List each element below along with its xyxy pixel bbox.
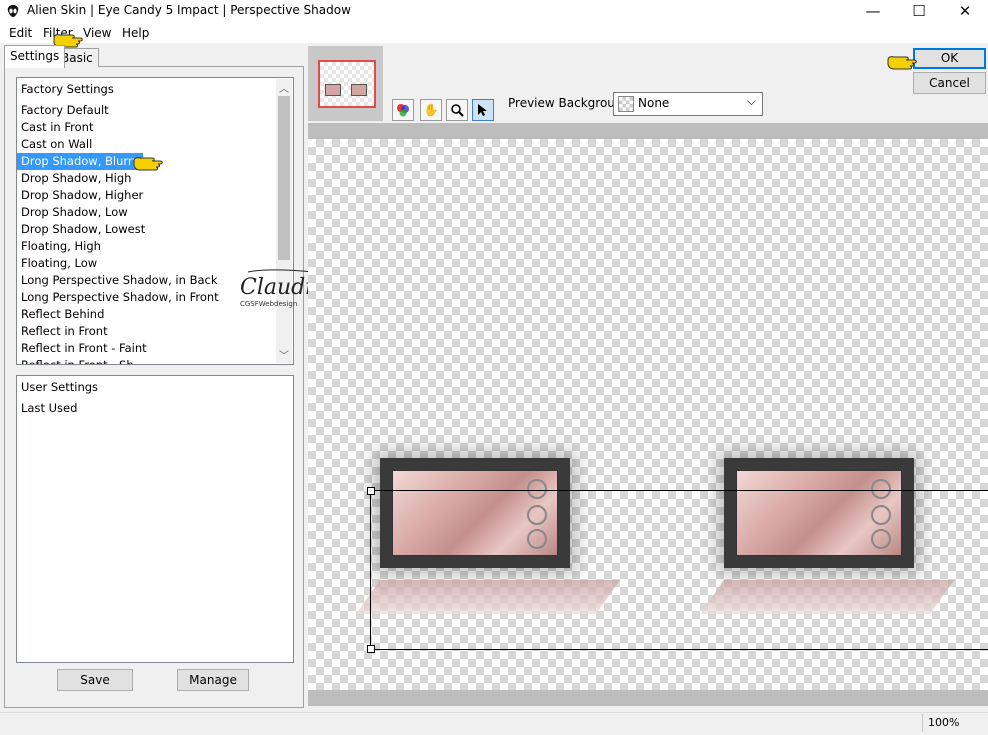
- hand-tool-button[interactable]: ✋: [420, 99, 442, 121]
- maximize-button[interactable]: ☐: [896, 0, 942, 22]
- list-item[interactable]: Cast in Front: [17, 119, 97, 136]
- list-item[interactable]: Reflect in Front: [17, 323, 112, 340]
- menu-edit[interactable]: Edit: [9, 26, 32, 40]
- list-item-selected[interactable]: Drop Shadow, Blurry: [17, 153, 144, 170]
- scroll-thumb[interactable]: [278, 96, 290, 260]
- close-button[interactable]: ✕: [942, 0, 988, 22]
- svg-text:CGSFWebdesign: CGSFWebdesign: [240, 300, 297, 308]
- resize-handle-top-left[interactable]: [367, 487, 375, 495]
- select-tool-icon: [478, 104, 487, 116]
- list-item[interactable]: Floating, High: [17, 238, 105, 255]
- menu-view[interactable]: View: [83, 26, 111, 40]
- zoom-tool-button[interactable]: [446, 99, 468, 121]
- pointing-hand-icon: [133, 157, 163, 171]
- thumb-image-right: [351, 84, 367, 96]
- maximize-icon: ☐: [912, 2, 926, 20]
- swatch-tool-icon: [397, 104, 409, 117]
- alien-skin-app-icon: [7, 5, 19, 17]
- ok-button[interactable]: OK: [913, 48, 986, 69]
- save-button[interactable]: Save: [57, 669, 133, 691]
- list-item[interactable]: Reflect in Front - Sh...: [17, 357, 149, 364]
- list-item[interactable]: Long Perspective Shadow, in Back: [17, 272, 222, 289]
- preview-background-value: None: [638, 96, 670, 110]
- tab-settings[interactable]: Settings: [4, 45, 66, 68]
- preview-background-select[interactable]: None ⌵: [613, 92, 763, 116]
- factory-settings-list[interactable]: Factory Settings Factory Default Cast in…: [16, 77, 294, 365]
- factory-settings-header: Factory Settings: [21, 82, 114, 96]
- scroll-down-icon[interactable]: ﹀: [279, 347, 289, 362]
- list-item[interactable]: Drop Shadow, High: [17, 170, 135, 187]
- navigator-thumbnail[interactable]: [318, 60, 376, 108]
- list-item[interactable]: Cast on Wall: [17, 136, 96, 153]
- zoom-level-text: 100%: [928, 716, 960, 729]
- list-item[interactable]: Reflect Behind: [17, 306, 108, 323]
- select-tool-button[interactable]: [472, 99, 494, 121]
- resize-handle-bottom-left[interactable]: [367, 645, 375, 653]
- swatch-tool-button[interactable]: [392, 99, 414, 121]
- hand-tool-icon: ✋: [423, 103, 439, 117]
- list-item[interactable]: Reflect in Front - Faint: [17, 340, 151, 357]
- user-settings-list[interactable]: User Settings Last Used: [16, 375, 294, 663]
- pointing-hand-icon: [887, 56, 917, 70]
- minimize-icon: —: [865, 2, 881, 20]
- list-item[interactable]: Floating, Low: [17, 255, 101, 272]
- status-bar: [0, 712, 988, 735]
- list-item[interactable]: Long Perspective Shadow, in Front: [17, 289, 223, 306]
- list-item[interactable]: Drop Shadow, Lowest: [17, 221, 149, 238]
- minimize-button[interactable]: —: [850, 0, 896, 22]
- window-title: Alien Skin | Eye Candy 5 Impact | Perspe…: [27, 3, 351, 17]
- list-item[interactable]: Last Used: [17, 400, 81, 417]
- scroll-up-icon[interactable]: ︿: [279, 80, 289, 95]
- close-icon: ✕: [958, 2, 972, 20]
- user-settings-header: User Settings: [21, 380, 99, 394]
- list-item[interactable]: Factory Default: [17, 102, 113, 119]
- list-item[interactable]: Drop Shadow, Low: [17, 204, 132, 221]
- selection-bounding-box[interactable]: [370, 490, 988, 650]
- menu-help[interactable]: Help: [122, 26, 149, 40]
- manage-button[interactable]: Manage: [177, 669, 249, 691]
- list-item[interactable]: Drop Shadow, Higher: [17, 187, 147, 204]
- chevron-down-icon: ⌵: [746, 94, 756, 108]
- cancel-button[interactable]: Cancel: [913, 72, 986, 94]
- transparent-swatch-icon: [618, 96, 634, 112]
- zoom-tool-icon: [451, 104, 464, 117]
- zoom-level: 100%: [922, 714, 965, 732]
- thumb-image-left: [325, 84, 341, 96]
